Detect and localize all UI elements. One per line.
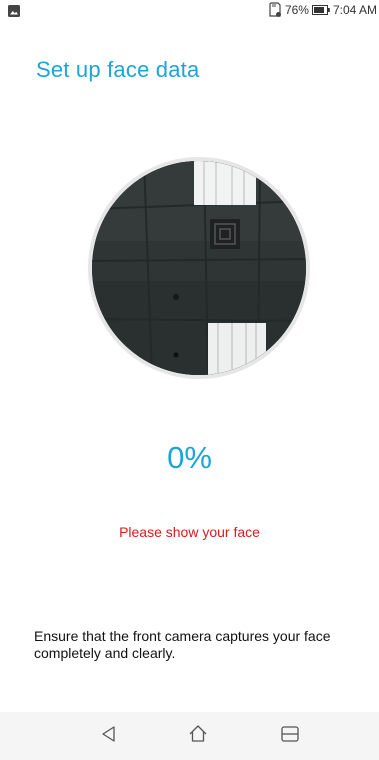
home-icon <box>188 724 208 749</box>
status-bar: 76% 7:04 AM <box>0 0 379 20</box>
face-setup-screen: 76% 7:04 AM Set up face data 0% Please s… <box>0 0 379 760</box>
recent-apps-icon <box>280 724 300 749</box>
instruction-text: Ensure that the front camera captures yo… <box>34 628 331 661</box>
page-title: Set up face data <box>36 57 200 82</box>
camera-preview-ring <box>88 157 310 379</box>
battery-percent: 76% <box>284 3 309 17</box>
back-icon <box>100 725 118 748</box>
camera-preview <box>92 161 306 375</box>
home-button[interactable] <box>186 724 210 748</box>
progress-percentage: 0% <box>167 440 212 475</box>
sd-card-icon <box>268 2 282 18</box>
status-time: 7:04 AM <box>332 3 377 17</box>
face-prompt-message: Please show your face <box>119 524 260 540</box>
battery-icon <box>311 5 330 15</box>
status-indicators: 76% 7:04 AM <box>268 1 379 19</box>
navigation-bar <box>0 712 379 760</box>
recent-apps-button[interactable] <box>278 724 302 748</box>
image-notification-icon <box>8 4 20 17</box>
back-button[interactable] <box>97 724 121 748</box>
